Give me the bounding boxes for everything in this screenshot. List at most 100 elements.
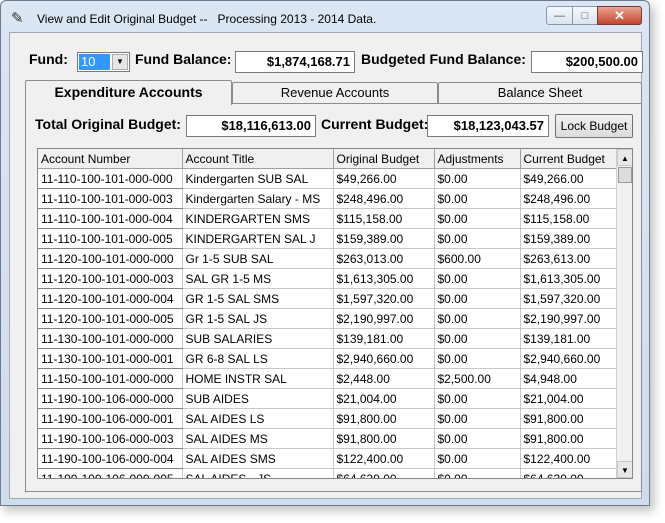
cell-current-budget[interactable]: $2,190,997.00	[520, 308, 617, 329]
table-row[interactable]: 11-130-100-101-000-001 GR 6-8 SAL LS $2,94…	[38, 348, 617, 369]
cell-account-title[interactable]: SUB AIDES	[182, 388, 334, 409]
cell-current-budget[interactable]: $248,496.00	[520, 188, 617, 209]
cell-adjustments[interactable]: $0.00	[434, 348, 521, 369]
cell-original-budget[interactable]: $263,013.00	[333, 248, 435, 269]
tab-expenditure-accounts[interactable]: Expenditure Accounts	[25, 80, 232, 105]
cell-account-title[interactable]: SAL AIDES SMS	[182, 448, 334, 469]
cell-original-budget[interactable]: $2,940,660.00	[333, 348, 435, 369]
cell-adjustments[interactable]: $0.00	[434, 468, 521, 478]
cell-account-title[interactable]: SAL AIDES LS	[182, 408, 334, 429]
cell-original-budget[interactable]: $64,639.00	[333, 468, 435, 478]
cell-current-budget[interactable]: $91,800.00	[520, 408, 617, 429]
column-header-current-budget[interactable]: Current Budget	[520, 149, 617, 169]
cell-account-number[interactable]: 11-120-100-101-000-004	[38, 288, 183, 309]
cell-current-budget[interactable]: $1,597,320.00	[520, 288, 617, 309]
cell-account-number[interactable]: 11-150-100-101-000-000	[38, 368, 183, 389]
title-bar[interactable]: ✎ View and Edit Original Budget -- Proce…	[1, 1, 649, 35]
cell-account-title[interactable]: KINDERGARTEN SMS	[182, 208, 334, 229]
app-icon[interactable]: ✎	[11, 11, 24, 27]
budget-grid[interactable]: Account Number Account Title Original Bu…	[37, 148, 633, 479]
cell-account-number[interactable]: 11-110-100-101-000-004	[38, 208, 183, 229]
cell-account-title[interactable]: SAL AIDES MS	[182, 428, 334, 449]
cell-adjustments[interactable]: $0.00	[434, 448, 521, 469]
cell-account-title[interactable]: KINDERGARTEN SAL J	[182, 228, 334, 249]
column-header-original-budget[interactable]: Original Budget	[333, 149, 435, 169]
cell-account-title[interactable]: GR 1-5 SAL SMS	[182, 288, 334, 309]
table-row[interactable]: 11-120-100-101-000-004 GR 1-5 SAL SMS $1,5…	[38, 288, 617, 309]
cell-current-budget[interactable]: $91,800.00	[520, 428, 617, 449]
maximize-button[interactable]: □	[572, 6, 598, 25]
table-row[interactable]: 11-190-100-106-000-004 SAL AIDES SMS $122,…	[38, 448, 617, 469]
column-header-account-number[interactable]: Account Number	[38, 149, 183, 169]
cell-original-budget[interactable]: $115,158.00	[333, 208, 435, 229]
cell-current-budget[interactable]: $122,400.00	[520, 448, 617, 469]
cell-adjustments[interactable]: $0.00	[434, 168, 521, 189]
table-row[interactable]: 11-120-100-101-000-003 SAL GR 1-5 MS $1,61…	[38, 268, 617, 289]
table-row[interactable]: 11-150-100-101-000-000 HOME INSTR SAL $2,4…	[38, 368, 617, 389]
cell-adjustments[interactable]: $0.00	[434, 428, 521, 449]
cell-account-number[interactable]: 11-130-100-101-000-000	[38, 328, 183, 349]
cell-account-title[interactable]: Gr 1-5 SUB SAL	[182, 248, 334, 269]
table-row[interactable]: 11-190-100-106-000-000 SUB AIDES $21,004.0…	[38, 388, 617, 409]
cell-adjustments[interactable]: $0.00	[434, 328, 521, 349]
cell-adjustments[interactable]: $0.00	[434, 308, 521, 329]
cell-adjustments[interactable]: $0.00	[434, 268, 521, 289]
cell-account-title[interactable]: SAL GR 1-5 MS	[182, 268, 334, 289]
cell-current-budget[interactable]: $115,158.00	[520, 208, 617, 229]
cell-account-number[interactable]: 11-190-100-106-000-001	[38, 408, 183, 429]
cell-adjustments[interactable]: $0.00	[434, 288, 521, 309]
cell-current-budget[interactable]: $49,266.00	[520, 168, 617, 189]
cell-current-budget[interactable]: $263,613.00	[520, 248, 617, 269]
tab-balance-sheet[interactable]: Balance Sheet	[438, 82, 642, 103]
minimize-button[interactable]: —	[546, 6, 573, 25]
cell-current-budget[interactable]: $64,639.00	[520, 468, 617, 478]
table-row[interactable]: 11-190-100-106-000-003 SAL AIDES MS $91,80…	[38, 428, 617, 449]
tab-revenue-accounts[interactable]: Revenue Accounts	[232, 82, 438, 103]
cell-account-title[interactable]: GR 6-8 SAL LS	[182, 348, 334, 369]
cell-account-number[interactable]: 11-120-100-101-000-005	[38, 308, 183, 329]
cell-adjustments[interactable]: $0.00	[434, 188, 521, 209]
cell-current-budget[interactable]: $139,181.00	[520, 328, 617, 349]
table-row[interactable]: 11-110-100-101-000-000 Kindergarten SUB S…	[38, 168, 617, 189]
fund-select[interactable]: 10 ▼	[77, 52, 130, 72]
cell-adjustments[interactable]: $0.00	[434, 388, 521, 409]
cell-original-budget[interactable]: $139,181.00	[333, 328, 435, 349]
cell-original-budget[interactable]: $1,613,305.00	[333, 268, 435, 289]
cell-original-budget[interactable]: $49,266.00	[333, 168, 435, 189]
chevron-down-icon[interactable]: ▼	[112, 54, 128, 70]
table-row[interactable]: 11-130-100-101-000-000 SUB SALARIES $139,1…	[38, 328, 617, 349]
cell-account-number[interactable]: 11-190-100-106-000-003	[38, 428, 183, 449]
scroll-up-icon[interactable]: ▲	[617, 149, 632, 166]
cell-adjustments[interactable]: $600.00	[434, 248, 521, 269]
cell-account-number[interactable]: 11-130-100-101-000-001	[38, 348, 183, 369]
cell-original-budget[interactable]: $2,190,997.00	[333, 308, 435, 329]
cell-original-budget[interactable]: $122,400.00	[333, 448, 435, 469]
column-header-account-title[interactable]: Account Title	[182, 149, 334, 169]
cell-account-number[interactable]: 11-190-100-106-000-004	[38, 448, 183, 469]
cell-adjustments[interactable]: $2,500.00	[434, 368, 521, 389]
table-row[interactable]: 11-190-100-106-000-005 SAL AIDES - JS $64,…	[38, 468, 617, 478]
cell-account-number[interactable]: 11-110-100-101-000-005	[38, 228, 183, 249]
cell-original-budget[interactable]: $91,800.00	[333, 408, 435, 429]
table-row[interactable]: 11-110-100-101-000-004 KINDERGARTEN SMS $1…	[38, 208, 617, 229]
cell-original-budget[interactable]: $159,389.00	[333, 228, 435, 249]
close-button[interactable]: ✕	[597, 6, 642, 25]
cell-account-title[interactable]: SAL AIDES - JS	[182, 468, 334, 478]
cell-current-budget[interactable]: $21,004.00	[520, 388, 617, 409]
table-row[interactable]: 11-120-100-101-000-005 GR 1-5 SAL JS $2,19…	[38, 308, 617, 329]
cell-adjustments[interactable]: $0.00	[434, 208, 521, 229]
table-row[interactable]: 11-110-100-101-000-003 Kindergarten Salar…	[38, 188, 617, 209]
cell-account-title[interactable]: HOME INSTR SAL	[182, 368, 334, 389]
scroll-thumb[interactable]	[618, 167, 632, 183]
cell-current-budget[interactable]: $4,948.00	[520, 368, 617, 389]
cell-account-number[interactable]: 11-190-100-106-000-000	[38, 388, 183, 409]
cell-adjustments[interactable]: $0.00	[434, 408, 521, 429]
cell-current-budget[interactable]: $1,613,305.00	[520, 268, 617, 289]
cell-current-budget[interactable]: $159,389.00	[520, 228, 617, 249]
cell-account-title[interactable]: GR 1-5 SAL JS	[182, 308, 334, 329]
cell-account-number[interactable]: 11-110-100-101-000-003	[38, 188, 183, 209]
cell-original-budget[interactable]: $248,496.00	[333, 188, 435, 209]
cell-original-budget[interactable]: $21,004.00	[333, 388, 435, 409]
cell-account-title[interactable]: Kindergarten Salary - MS	[182, 188, 334, 209]
cell-account-number[interactable]: 11-120-100-101-000-003	[38, 268, 183, 289]
